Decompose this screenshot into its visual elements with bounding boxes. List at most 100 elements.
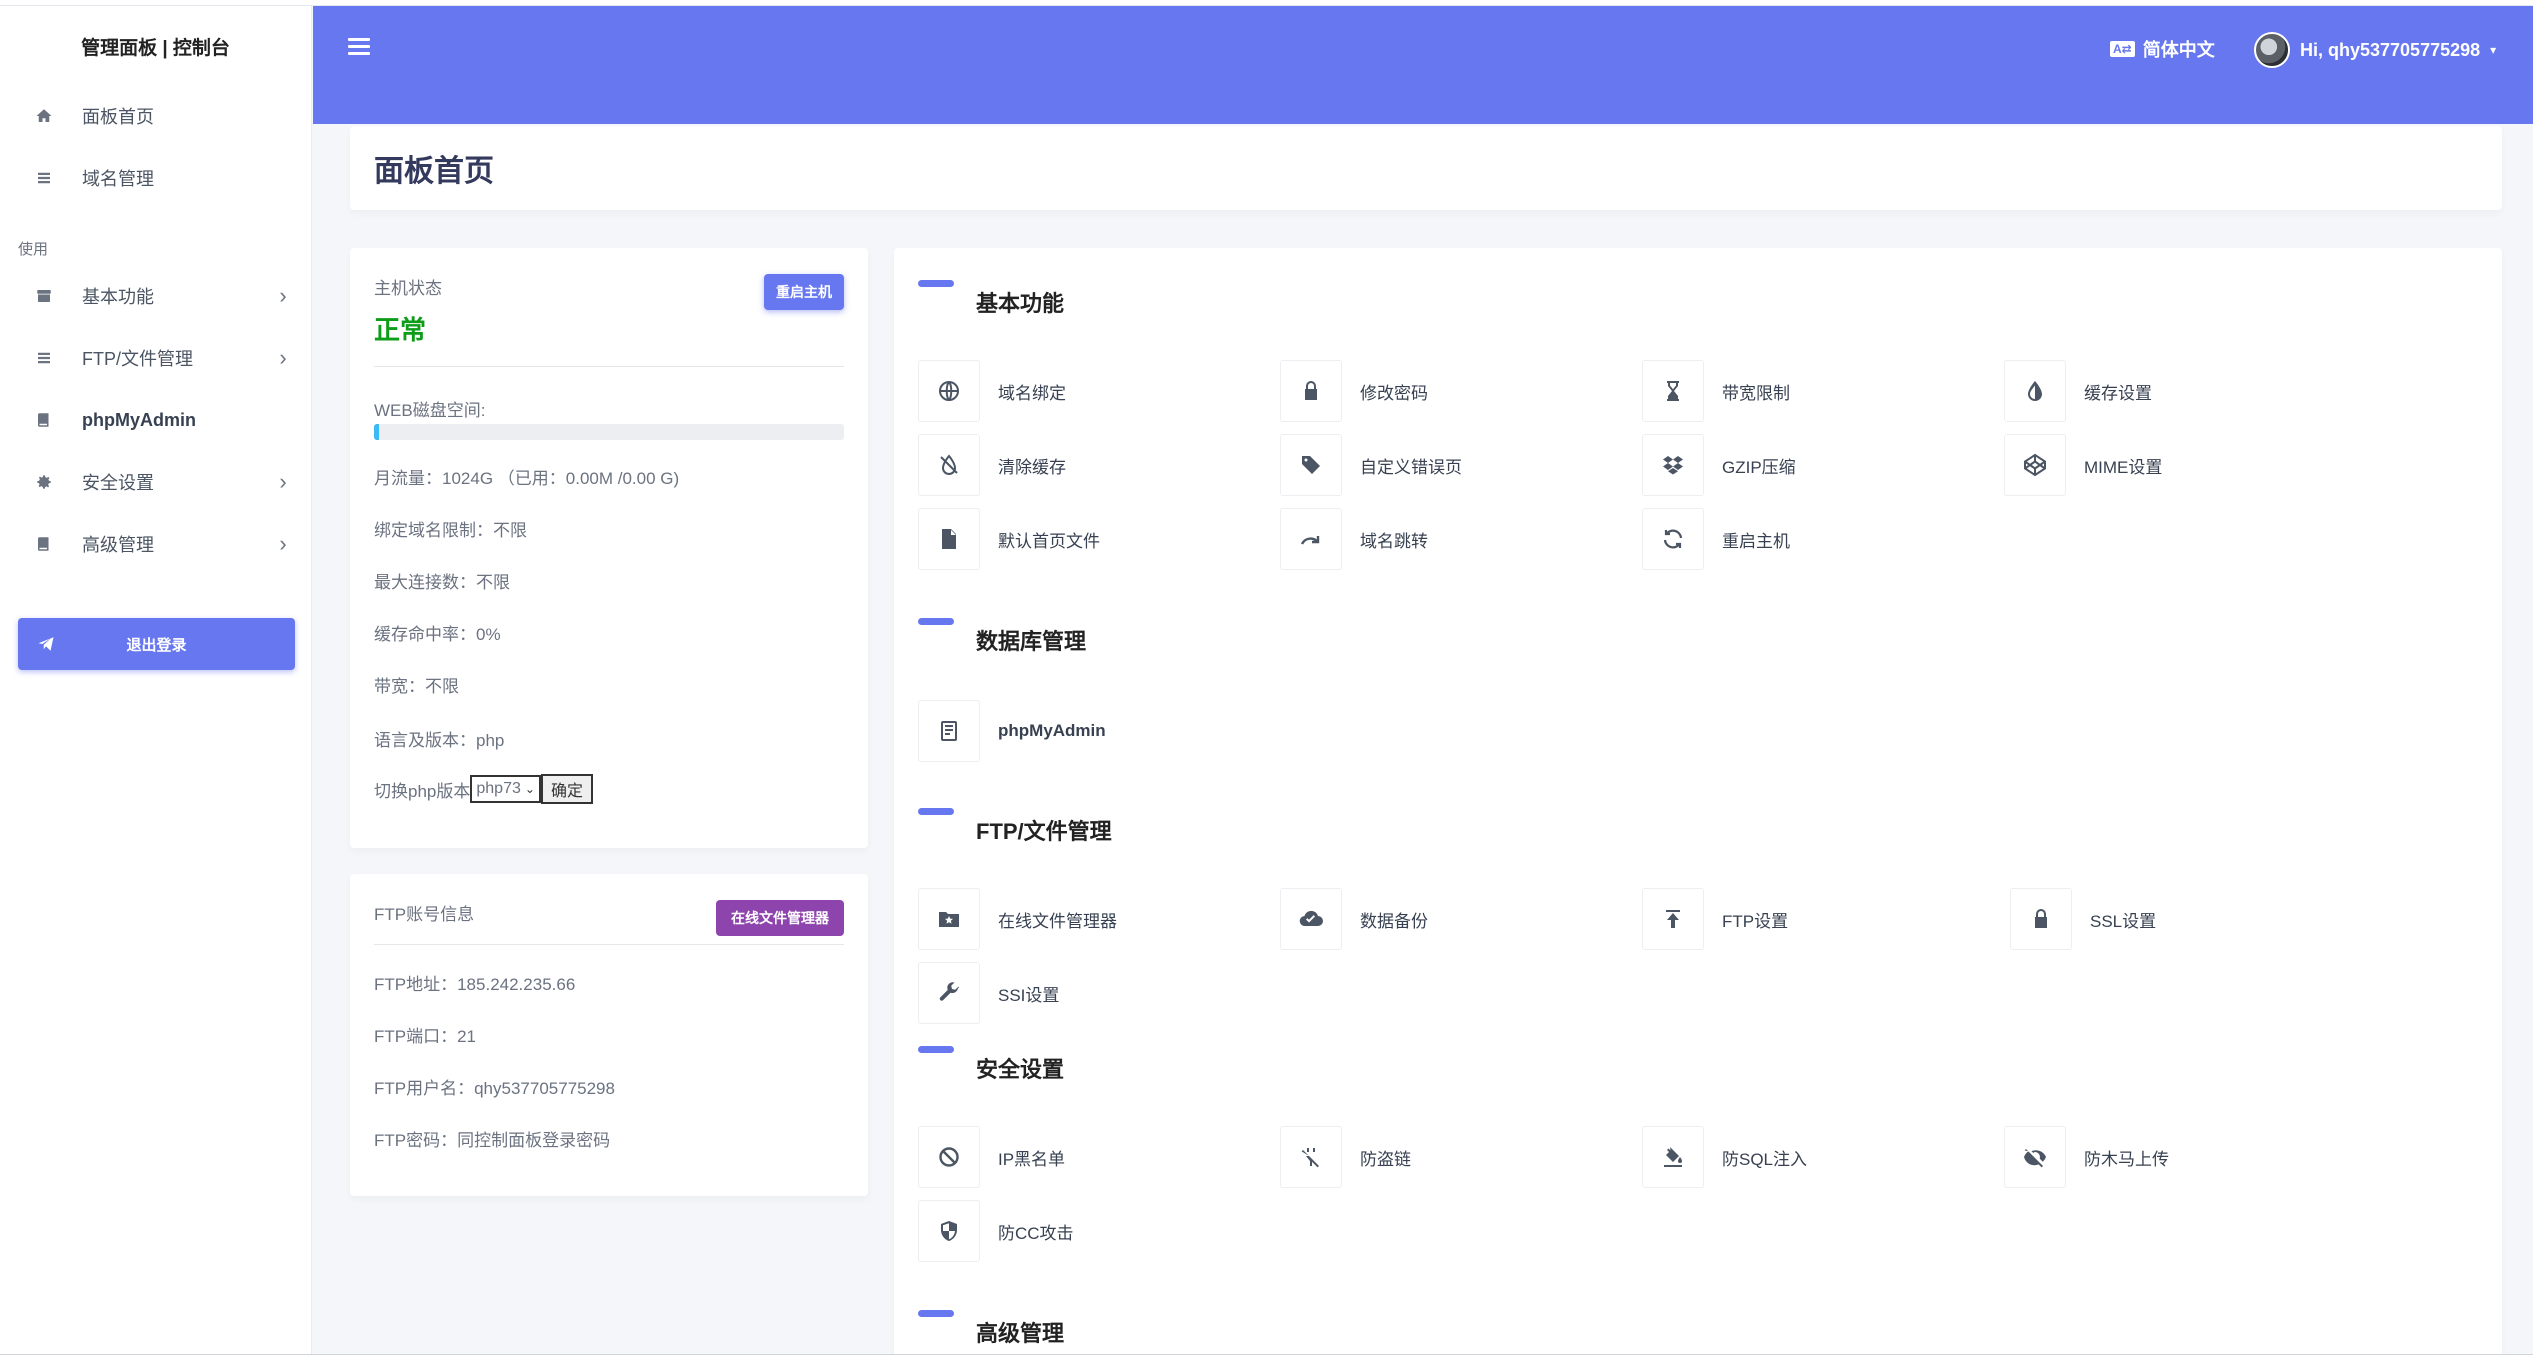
sidebar-item-ftp[interactable]: FTP/文件管理 ›	[18, 338, 298, 378]
func-label: 数据备份	[1360, 911, 1428, 931]
php-version-select[interactable]: php73 ⌄	[470, 775, 541, 803]
domain-limit-info: 绑定域名限制：不限	[374, 521, 527, 540]
func-label: phpMyAdmin	[998, 721, 1106, 740]
functions-card: 基本功能 域名绑定 修改密码 带宽限制 缓存设置 清除缓存 自定义错误页 GZI…	[894, 248, 2502, 1358]
func-label: 防木马上传	[2084, 1149, 2169, 1169]
globe-icon	[918, 360, 980, 422]
func-label: 带宽限制	[1722, 383, 1790, 403]
top-edge	[0, 0, 2533, 6]
func-bandwidth-limit[interactable]: 带宽限制	[1642, 360, 1790, 422]
func-label: 重启主机	[1722, 531, 1790, 551]
func-label: 缓存设置	[2084, 383, 2152, 403]
sidebar-item-phpmyadmin[interactable]: phpMyAdmin	[18, 400, 298, 440]
logout-label: 退出登录	[126, 636, 187, 654]
list-icon	[18, 169, 70, 187]
redo-icon	[1280, 508, 1342, 570]
section-title-advanced: 高级管理	[976, 1321, 1065, 1346]
caret-down-icon: ▾	[2490, 43, 2497, 57]
sidebar-item-label: 安全设置	[82, 473, 154, 493]
book-icon	[18, 535, 70, 553]
php-version-value: php73	[476, 780, 521, 797]
section-accent	[918, 618, 954, 625]
lock-icon	[2010, 888, 2072, 950]
chevron-right-icon: ›	[279, 531, 287, 556]
sidebar-section-label: 使用	[18, 241, 49, 258]
section-title-basic: 基本功能	[976, 291, 1065, 316]
func-ftp-settings[interactable]: FTP设置	[1642, 888, 1788, 950]
func-mime-settings[interactable]: MIME设置	[2004, 434, 2162, 496]
ftp-port: FTP端口：21	[374, 1027, 477, 1046]
func-domain-redirect[interactable]: 域名跳转	[1280, 508, 1428, 570]
func-ip-blacklist[interactable]: IP黑名单	[918, 1126, 1065, 1188]
func-default-index[interactable]: 默认首页文件	[918, 508, 1100, 570]
func-gzip[interactable]: GZIP压缩	[1642, 434, 1796, 496]
traffic-info: 月流量：1024G （已用：0.00M /0.00 G)	[374, 469, 680, 488]
disk-usage-fill	[374, 424, 379, 440]
sidebar-item-label: 基本功能	[82, 287, 154, 307]
func-data-backup[interactable]: 数据备份	[1280, 888, 1428, 950]
func-label: SSL设置	[2090, 911, 2157, 931]
sidebar-item-home[interactable]: 面板首页	[18, 96, 298, 136]
section-accent	[918, 280, 954, 287]
func-label: 清除缓存	[998, 457, 1066, 477]
divider	[374, 366, 844, 367]
func-ssi-settings[interactable]: SSI设置	[918, 962, 1059, 1024]
sync-icon	[1642, 508, 1704, 570]
menu-toggle-icon[interactable]	[348, 38, 370, 56]
func-domain-binding[interactable]: 域名绑定	[918, 360, 1066, 422]
func-cache-settings[interactable]: 缓存设置	[2004, 360, 2152, 422]
codepen-icon	[2004, 434, 2066, 496]
sidebar-item-label: FTP/文件管理	[82, 349, 193, 369]
chevron-right-icon: ›	[279, 283, 287, 308]
func-phpmyadmin[interactable]: phpMyAdmin	[918, 700, 1106, 762]
archive-icon	[18, 287, 70, 305]
section-accent	[918, 1310, 954, 1317]
section-title-ftp: FTP/文件管理	[976, 819, 1112, 844]
language-switcher[interactable]: A⇄ 简体中文	[2110, 36, 2215, 62]
func-label: 自定义错误页	[1360, 457, 1462, 477]
translate-icon: A⇄	[2110, 41, 2135, 57]
ftp-info-label: FTP账号信息	[374, 905, 475, 924]
func-anti-trojan-upload[interactable]: 防木马上传	[2004, 1126, 2169, 1188]
fill-drip-icon	[1642, 1126, 1704, 1188]
sidebar-item-advanced[interactable]: 高级管理 ›	[18, 524, 298, 564]
func-online-file-manager[interactable]: 在线文件管理器	[918, 888, 1117, 950]
avatar	[2254, 32, 2290, 68]
folder-star-icon	[918, 888, 980, 950]
user-menu[interactable]: Hi, qhy537705775298 ▾	[2254, 32, 2496, 68]
restart-host-button[interactable]: 重启主机	[764, 274, 844, 310]
sidebar-item-domains[interactable]: 域名管理	[18, 158, 298, 198]
sidebar-item-label: 面板首页	[82, 107, 154, 127]
language-version-info: 语言及版本：php	[374, 731, 505, 750]
ftp-password: FTP密码：同控制面板登录密码	[374, 1131, 611, 1150]
func-custom-error-page[interactable]: 自定义错误页	[1280, 434, 1462, 496]
header-bar	[313, 6, 2533, 124]
func-anti-cc-attack[interactable]: 防CC攻击	[918, 1200, 1074, 1262]
func-anti-leech[interactable]: 防盗链	[1280, 1126, 1411, 1188]
sidebar-item-basic[interactable]: 基本功能 ›	[18, 276, 298, 316]
func-restart-host[interactable]: 重启主机	[1642, 508, 1790, 570]
chevron-down-icon: ⌄	[524, 782, 535, 796]
func-clear-cache[interactable]: 清除缓存	[918, 434, 1066, 496]
file-manager-button[interactable]: 在线文件管理器	[716, 900, 844, 936]
logout-button[interactable]: 退出登录	[18, 618, 295, 670]
ban-icon	[918, 1126, 980, 1188]
host-status-card: 主机状态 重启主机 正常 WEB磁盘空间: 月流量：1024G （已用：0.00…	[350, 248, 868, 848]
func-label: 在线文件管理器	[998, 911, 1117, 931]
hourglass-icon	[1642, 360, 1704, 422]
list-icon	[18, 349, 70, 367]
max-connections-info: 最大连接数：不限	[374, 573, 510, 592]
func-anti-sql-injection[interactable]: 防SQL注入	[1642, 1126, 1807, 1188]
eye-slash-icon	[2004, 1126, 2066, 1188]
func-label: 修改密码	[1360, 383, 1428, 403]
func-change-password[interactable]: 修改密码	[1280, 360, 1428, 422]
func-label: 默认首页文件	[998, 531, 1100, 551]
upload-icon	[1642, 888, 1704, 950]
sidebar-item-security[interactable]: 安全设置 ›	[18, 462, 298, 502]
php-switch-row: 切换php版本 php73 ⌄ 确定	[374, 774, 593, 804]
php-confirm-button[interactable]: 确定	[540, 774, 593, 804]
file-icon	[918, 508, 980, 570]
func-label: GZIP压缩	[1722, 457, 1796, 477]
func-ssl-settings[interactable]: SSL设置	[2010, 888, 2156, 950]
section-accent	[918, 808, 954, 815]
